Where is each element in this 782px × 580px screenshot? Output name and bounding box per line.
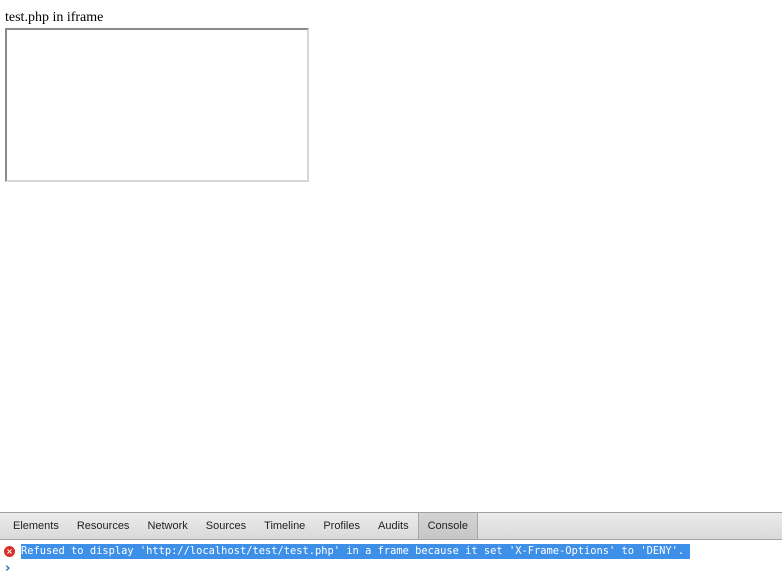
tab-network[interactable]: Network [138, 513, 196, 539]
tab-timeline[interactable]: Timeline [255, 513, 314, 539]
iframe[interactable] [5, 28, 309, 182]
console-prompt[interactable]: › [0, 561, 782, 576]
chevron-right-icon: › [5, 561, 11, 576]
tab-profiles[interactable]: Profiles [314, 513, 369, 539]
console-output: × Refused to display 'http://localhost/t… [0, 542, 782, 580]
devtools-tabs: Elements Resources Network Sources Timel… [4, 513, 478, 539]
page-heading: test.php in iframe [5, 10, 104, 25]
console-input[interactable] [21, 561, 771, 576]
browser-viewport: test.php in iframe Elements Resources Ne… [0, 0, 782, 580]
console-message-error[interactable]: × Refused to display 'http://localhost/t… [0, 544, 782, 559]
tab-audits[interactable]: Audits [369, 513, 418, 539]
tab-elements[interactable]: Elements [4, 513, 68, 539]
console-message-text[interactable]: Refused to display 'http://localhost/tes… [21, 544, 691, 559]
tab-console[interactable]: Console [417, 513, 478, 539]
devtools-panel: Elements Resources Network Sources Timel… [0, 512, 782, 580]
tab-sources[interactable]: Sources [197, 513, 255, 539]
tab-resources[interactable]: Resources [68, 513, 139, 539]
error-x-icon: × [4, 546, 15, 557]
devtools-toolbar: Elements Resources Network Sources Timel… [0, 512, 782, 540]
